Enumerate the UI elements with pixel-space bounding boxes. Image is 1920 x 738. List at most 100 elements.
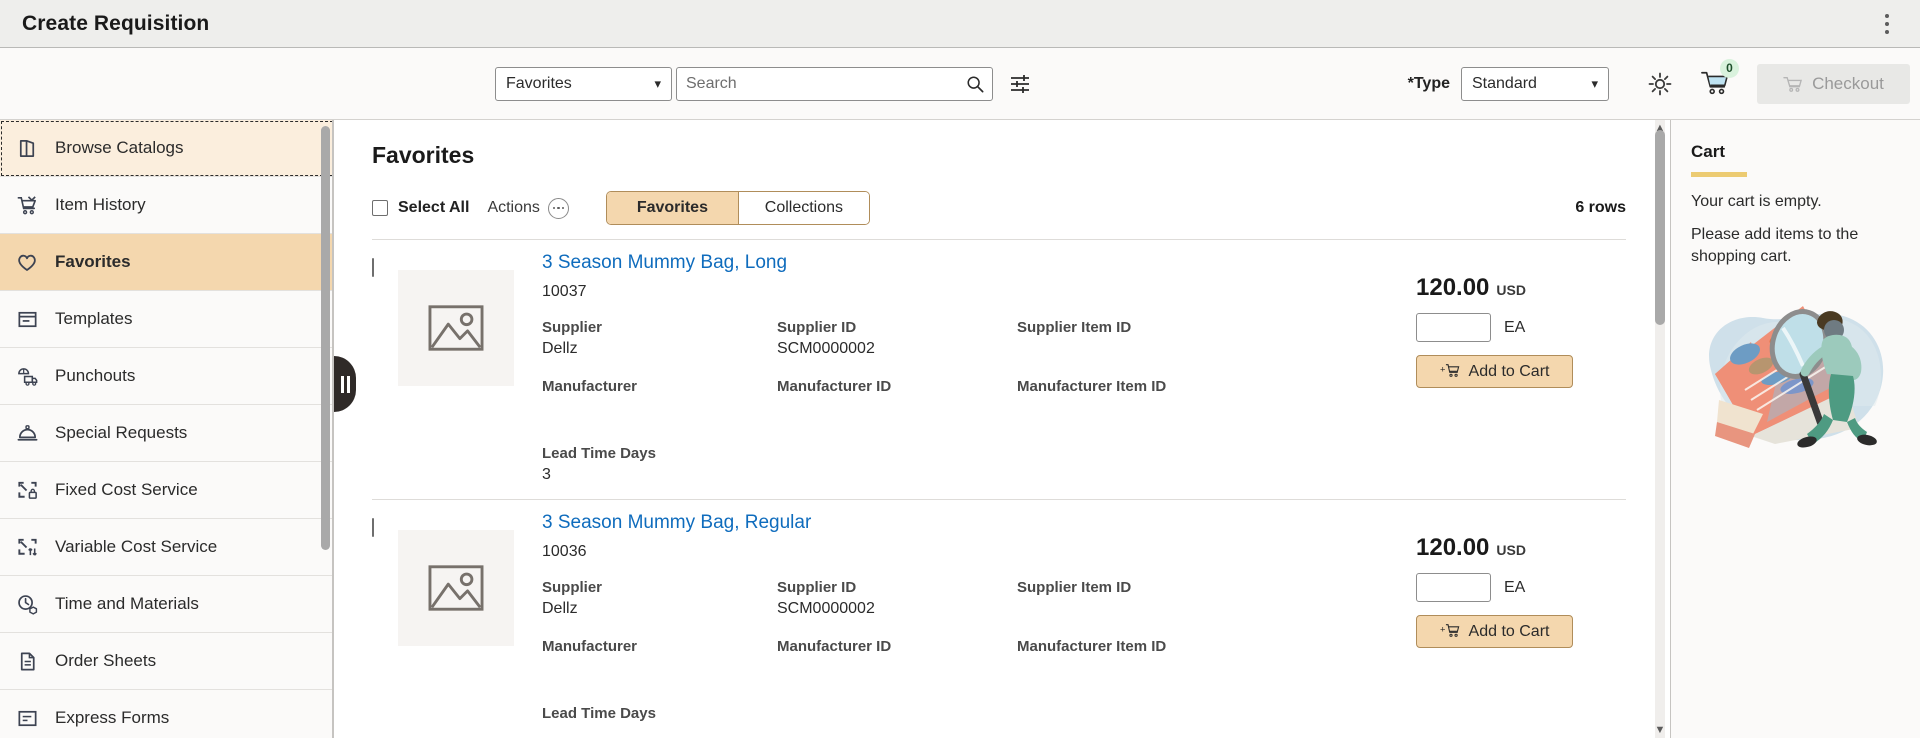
product-details: 3 Season Mummy Bag, Regular 10036 Suppli…: [514, 512, 1416, 738]
sidebar-item-item-history[interactable]: Item History: [0, 177, 333, 234]
add-to-cart-icon: +: [1440, 624, 1459, 637]
field-label: Supplier Item ID: [1017, 579, 1132, 596]
quantity-input[interactable]: [1416, 573, 1491, 602]
sidebar-item-list: Browse Catalogs Item History Favorites T…: [0, 120, 333, 738]
field-label: Manufacturer ID: [777, 638, 892, 655]
cart-title-underline: [1691, 172, 1747, 177]
field-label: Manufacturer Item ID: [1017, 638, 1167, 655]
quantity-input[interactable]: [1416, 313, 1491, 342]
sidebar-item-label: Variable Cost Service: [55, 537, 218, 556]
supplier-field: Supplier Dellz: [542, 579, 777, 619]
supplier-id-field: Supplier ID SCM0000002: [777, 319, 1017, 359]
product-list: 3 Season Mummy Bag, Long 10037 Supplier …: [372, 239, 1670, 738]
requisition-type-select[interactable]: Standard: [1461, 66, 1609, 101]
tab-favorites[interactable]: Favorites: [606, 192, 738, 224]
product-checkbox[interactable]: [372, 518, 374, 537]
sidebar-item-time-and-materials[interactable]: Time and Materials: [0, 576, 333, 633]
kebab-menu-icon[interactable]: [1876, 11, 1898, 37]
shopping-cart-icon[interactable]: 0: [1699, 58, 1739, 99]
field-value: [1017, 340, 1416, 359]
price-line: 120.00 USD: [1416, 274, 1526, 302]
ellipsis-dot: [552, 206, 556, 210]
sidebar-item-label: Express Forms: [55, 708, 170, 727]
sidebar-item-label: Item History: [55, 195, 146, 214]
add-to-cart-label: Add to Cart: [1468, 622, 1550, 640]
search-input[interactable]: [676, 66, 993, 101]
fixed-cost-lock-icon: [14, 477, 40, 503]
collapse-bar: [346, 375, 350, 393]
field-label: Lead Time Days: [542, 705, 656, 722]
image-placeholder-icon: [428, 305, 484, 351]
filter-sliders-icon[interactable]: [1008, 72, 1032, 96]
supplier-item-id-field: Supplier Item ID: [1017, 319, 1416, 359]
field-label: Supplier: [542, 319, 603, 336]
search-icon[interactable]: [966, 75, 984, 93]
checkout-button[interactable]: Checkout: [1757, 63, 1910, 104]
sidebar-item-label: Favorites: [55, 252, 131, 271]
sidebar-item-express-forms[interactable]: Express Forms: [0, 690, 333, 738]
search-scope-select[interactable]: Favorites: [495, 66, 672, 101]
actions-label: Actions: [487, 199, 540, 216]
sidebar-item-punchouts[interactable]: Punchouts: [0, 348, 333, 405]
manufacturer-id-field: Manufacturer ID: [777, 638, 1017, 678]
main-scrollbar-thumb[interactable]: [1655, 130, 1665, 325]
add-to-cart-button[interactable]: + Add to Cart: [1416, 355, 1573, 388]
product-checkbox[interactable]: [372, 258, 374, 277]
type-select-wrapper: Standard ▾: [1461, 66, 1609, 101]
svg-text:+: +: [1440, 624, 1445, 634]
sidebar-nav: Browse Catalogs Item History Favorites T…: [0, 120, 334, 738]
svg-text:+: +: [1440, 364, 1445, 374]
collapse-bar: [340, 375, 344, 393]
field-label: Manufacturer: [542, 378, 638, 395]
product-title-link[interactable]: 3 Season Mummy Bag, Regular: [542, 512, 1416, 534]
scroll-down-arrow-icon[interactable]: ▼: [1654, 724, 1666, 736]
supplier-id-field: Supplier ID SCM0000002: [777, 579, 1017, 619]
price-line: 120.00 USD: [1416, 534, 1526, 562]
sidebar-item-special-requests[interactable]: Special Requests: [0, 405, 333, 462]
tab-collections[interactable]: Collections: [737, 192, 869, 224]
select-all-label: Select All: [398, 199, 470, 216]
ellipsis-icon[interactable]: [547, 197, 569, 219]
product-select-column: [372, 512, 398, 738]
search-controls: Favorites ▾: [495, 66, 1032, 101]
product-title-link[interactable]: 3 Season Mummy Bag, Long: [542, 252, 1416, 274]
field-value: Dellz: [542, 600, 578, 617]
sidebar-item-templates[interactable]: Templates: [0, 291, 333, 348]
gear-icon[interactable]: [1647, 71, 1673, 97]
add-to-cart-label: Add to Cart: [1468, 362, 1550, 380]
sidebar-scrollbar-thumb[interactable]: [321, 126, 330, 550]
product-row: 3 Season Mummy Bag, Long 10037 Supplier …: [372, 239, 1626, 499]
supplier-field: Supplier Dellz: [542, 319, 777, 359]
sidebar-item-variable-cost-service[interactable]: Variable Cost Service: [0, 519, 333, 576]
field-value: SCM0000002: [777, 340, 875, 357]
select-all-checkbox[interactable]: [372, 200, 388, 216]
sidebar-item-label: Fixed Cost Service: [55, 480, 198, 499]
sidebar-item-browse-catalogs[interactable]: Browse Catalogs: [0, 120, 333, 177]
field-label: Supplier Item ID: [1017, 319, 1132, 336]
sidebar-item-label: Templates: [55, 309, 133, 328]
sidebar-item-fixed-cost-service[interactable]: Fixed Cost Service: [0, 462, 333, 519]
unit-of-measure: EA: [1504, 578, 1526, 596]
cart-history-icon: [14, 192, 40, 218]
express-form-icon: [14, 705, 40, 731]
tab-label: Collections: [764, 199, 844, 216]
field-value: [1017, 399, 1416, 418]
sidebar-item-order-sheets[interactable]: Order Sheets: [0, 633, 333, 690]
sidebar-divider: [332, 120, 333, 738]
manufacturer-field: Manufacturer: [542, 638, 777, 678]
lead-time-field: Lead Time Days 3: [542, 445, 1416, 485]
sidebar-item-favorites[interactable]: Favorites: [0, 234, 333, 291]
lead-time-field: Lead Time Days: [542, 705, 1416, 738]
sidebar-item-label: Time and Materials: [55, 594, 199, 613]
scope-select-wrapper: Favorites ▾: [495, 66, 672, 101]
manufacturer-id-field: Manufacturer ID: [777, 378, 1017, 418]
field-value: [1017, 600, 1416, 619]
kebab-dot: [1885, 21, 1889, 26]
field-value: [777, 659, 1017, 678]
field-label: Supplier ID: [777, 579, 857, 596]
add-to-cart-button[interactable]: + Add to Cart: [1416, 615, 1573, 648]
field-label: Lead Time Days: [542, 445, 656, 462]
open-book-icon: [14, 135, 40, 161]
product-item-id: 10036: [542, 543, 587, 560]
service-bell-icon: [14, 420, 40, 446]
